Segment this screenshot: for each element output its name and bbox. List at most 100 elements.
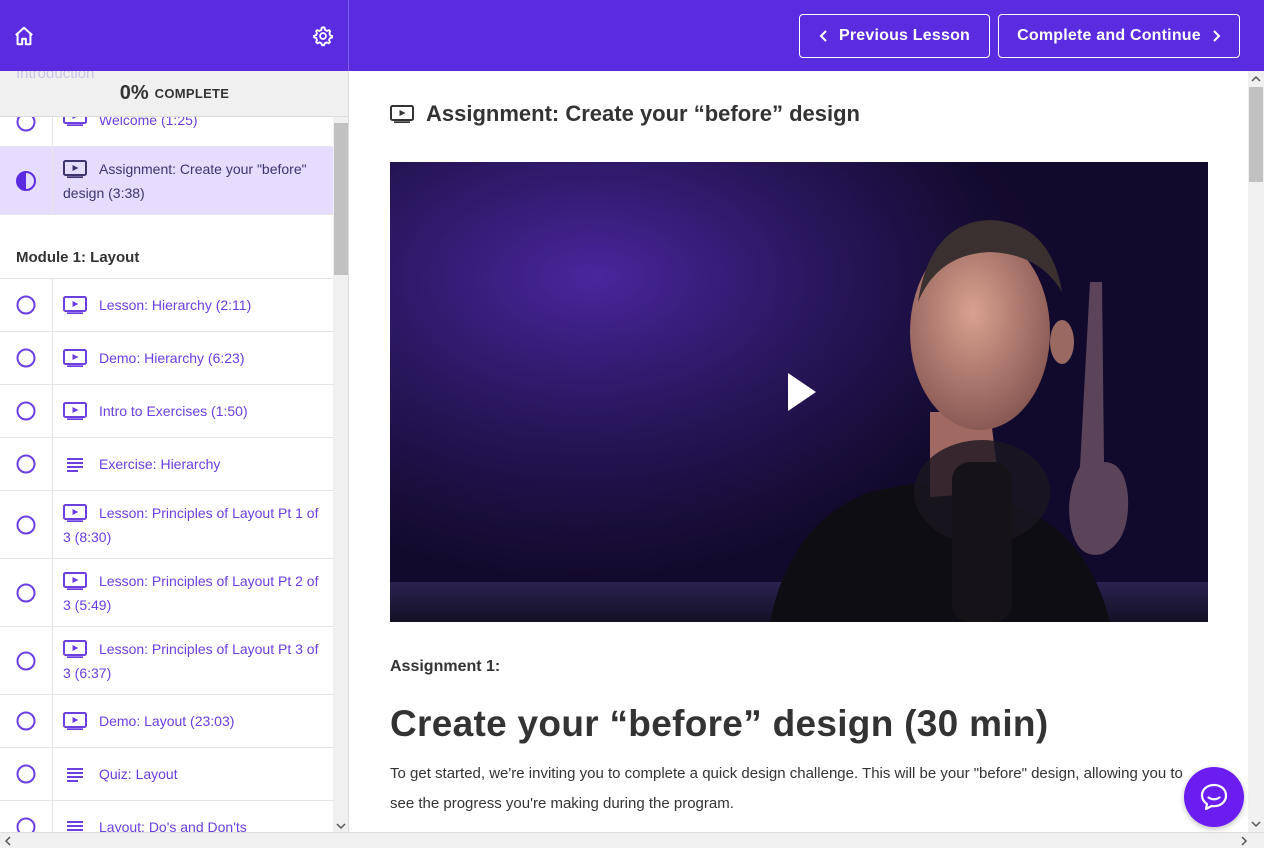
incomplete-circle-icon <box>16 295 36 315</box>
incomplete-circle-icon <box>16 711 36 731</box>
home-button[interactable] <box>12 24 36 48</box>
assignment-heading: Create your “before” design (30 min) <box>390 703 1049 744</box>
status-cell <box>0 559 53 626</box>
previous-lesson-button[interactable]: Previous Lesson <box>799 14 990 58</box>
video-icon <box>63 712 87 730</box>
scroll-down-arrow-icon[interactable] <box>336 822 346 830</box>
half-complete-icon <box>16 170 36 191</box>
video-icon <box>63 349 87 367</box>
status-cell <box>0 147 53 214</box>
course-sidebar: Welcome (1:25) Assignment: Create your "… <box>0 71 349 832</box>
status-cell <box>0 491 53 558</box>
video-icon <box>63 572 87 590</box>
item-text: Lesson: Principles of Layout Pt 1 of 3 (… <box>63 505 319 545</box>
item-label: Assignment: Create your "before" design … <box>53 147 333 214</box>
previous-lesson-label: Previous Lesson <box>838 27 971 44</box>
progress-percent: 0% <box>119 82 149 104</box>
video-icon <box>63 296 87 314</box>
list-item[interactable]: Lesson: Principles of Layout Pt 3 of 3 (… <box>0 627 333 695</box>
item-label: Quiz: Layout <box>53 748 333 800</box>
incomplete-circle-icon <box>16 764 36 784</box>
item-text: Demo: Layout (23:03) <box>99 713 235 729</box>
list-item[interactable]: Lesson: Hierarchy (2:11) <box>0 279 333 332</box>
chevron-right-icon <box>1213 30 1221 42</box>
item-label: Lesson: Principles of Layout Pt 2 of 3 (… <box>53 559 333 626</box>
item-label: Layout: Do's and Don'ts <box>53 801 333 832</box>
item-label: Exercise: Hierarchy <box>53 438 333 490</box>
content-scroll-thumb[interactable] <box>1249 87 1263 182</box>
status-cell <box>0 438 53 490</box>
list-item[interactable]: Demo: Layout (23:03) <box>0 695 333 748</box>
item-text: Intro to Exercises (1:50) <box>99 403 248 419</box>
item-text: Layout: Do's and Don'ts <box>99 819 247 832</box>
play-icon[interactable] <box>784 369 820 415</box>
sidebar-scroll-thumb[interactable] <box>334 123 348 275</box>
list-item[interactable]: Lesson: Principles of Layout Pt 1 of 3 (… <box>0 491 333 559</box>
lesson-title: Assignment: Create your “before” design <box>390 101 860 127</box>
complete-and-continue-button[interactable]: Complete and Continue <box>998 14 1240 58</box>
status-cell <box>0 695 53 747</box>
scroll-right-arrow-icon[interactable] <box>1240 836 1248 846</box>
incomplete-circle-icon <box>16 651 36 670</box>
video-icon <box>63 160 87 178</box>
status-cell <box>0 801 53 832</box>
text-icon <box>67 768 83 782</box>
chat-bubble-icon <box>1200 783 1228 811</box>
incomplete-circle-icon <box>16 454 36 474</box>
section-title-introduction: Introduction <box>16 71 95 82</box>
lesson-title-text: Assignment: Create your “before” design <box>426 101 860 126</box>
list-item[interactable]: Demo: Hierarchy (6:23) <box>0 332 333 385</box>
app-root: Previous Lesson Complete and Continue We… <box>0 0 1264 848</box>
incomplete-circle-icon <box>16 583 36 602</box>
complete-and-continue-label: Complete and Continue <box>1017 27 1201 44</box>
incomplete-circle-icon <box>16 401 36 421</box>
item-label: Lesson: Principles of Layout Pt 1 of 3 (… <box>53 491 333 558</box>
item-text: Exercise: Hierarchy <box>99 456 221 472</box>
item-text: Lesson: Principles of Layout Pt 2 of 3 (… <box>63 573 319 613</box>
horizontal-scrollbar[interactable] <box>0 832 1264 848</box>
status-cell <box>0 627 53 694</box>
assignment-label: Assignment 1: <box>390 658 501 675</box>
video-icon <box>63 640 87 658</box>
incomplete-circle-icon <box>16 348 36 368</box>
list-item[interactable]: Exercise: Hierarchy <box>0 438 333 491</box>
scroll-up-arrow-icon[interactable] <box>1251 75 1261 83</box>
item-text: Lesson: Hierarchy (2:11) <box>99 297 252 313</box>
top-header: Previous Lesson Complete and Continue <box>0 0 1264 71</box>
module-heading: Module 1: Layout <box>0 215 333 279</box>
progress-label: COMPLETE <box>154 86 230 101</box>
list-item-active[interactable]: Assignment: Create your "before" design … <box>0 147 333 215</box>
scroll-left-arrow-icon[interactable] <box>4 836 12 846</box>
item-label: Demo: Hierarchy (6:23) <box>53 332 333 384</box>
item-label: Demo: Layout (23:03) <box>53 695 333 747</box>
assignment-description: To get started, we're inviting you to co… <box>390 765 1183 812</box>
scroll-down-arrow-icon[interactable] <box>1251 820 1261 828</box>
video-icon <box>390 105 414 123</box>
video-player[interactable] <box>390 162 1208 622</box>
item-label: Intro to Exercises (1:50) <box>53 385 333 437</box>
content-scrollbar[interactable] <box>1248 71 1264 832</box>
list-item[interactable]: Layout: Do's and Don'ts <box>0 801 333 832</box>
gear-icon <box>313 26 334 47</box>
item-label: Lesson: Principles of Layout Pt 3 of 3 (… <box>53 627 333 694</box>
text-icon <box>67 458 83 472</box>
home-icon <box>15 26 33 46</box>
settings-button[interactable] <box>311 24 335 48</box>
status-cell <box>0 748 53 800</box>
sidebar-header <box>0 0 349 71</box>
item-text: Assignment: Create your "before" design … <box>63 161 307 201</box>
lesson-content: Assignment: Create your “before” design <box>350 71 1248 832</box>
item-text: Demo: Hierarchy (6:23) <box>99 350 245 366</box>
list-item[interactable]: Quiz: Layout <box>0 748 333 801</box>
chevron-left-icon <box>819 30 827 42</box>
text-icon <box>67 821 83 831</box>
sidebar-scrollbar[interactable] <box>333 117 348 832</box>
status-cell <box>0 279 53 331</box>
list-item[interactable]: Lesson: Principles of Layout Pt 2 of 3 (… <box>0 559 333 627</box>
chat-button[interactable] <box>1184 767 1244 827</box>
item-text: Lesson: Principles of Layout Pt 3 of 3 (… <box>63 641 319 681</box>
incomplete-circle-icon <box>16 515 36 534</box>
video-icon <box>63 504 87 522</box>
list-item[interactable]: Intro to Exercises (1:50) <box>0 385 333 438</box>
video-icon <box>63 402 87 420</box>
